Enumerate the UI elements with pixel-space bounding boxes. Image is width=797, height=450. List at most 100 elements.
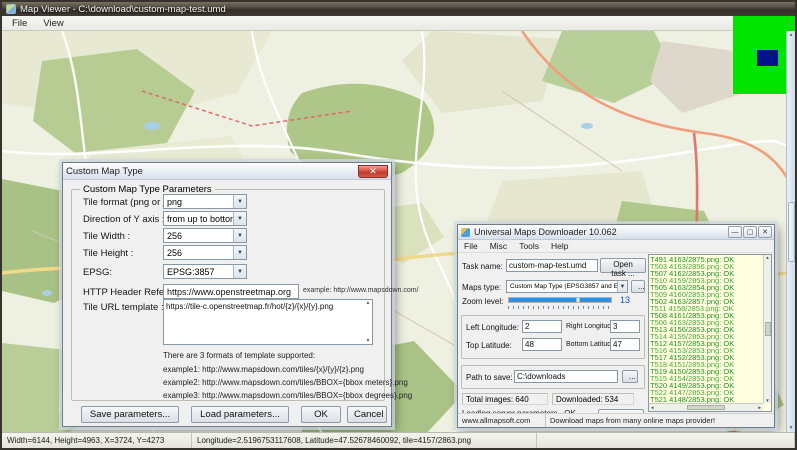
bottom-latitude-input[interactable] [610,338,640,351]
chevron-down-icon[interactable]: ▼ [233,195,246,208]
close-icon[interactable]: ✕ [758,226,772,238]
zoom-level-slider[interactable] [508,297,612,303]
minimize-icon[interactable]: — [728,226,742,238]
epsg-value: EPSG:3857 [167,267,233,277]
status-dimensions: Width=6144, Height=4963, X=3724, Y=4273 [2,433,192,448]
custom-dialog-titlebar[interactable]: Custom Map Type ✕ [63,163,391,180]
chevron-down-icon[interactable]: ▼ [233,265,246,278]
umd-slogan-text: Download maps from many online maps prov… [546,414,774,427]
zoom-level-label: Zoom level: [462,297,503,306]
epsg-select[interactable]: EPSG:3857 ▼ [163,264,247,279]
maps-type-label: Maps type: [462,283,501,292]
maps-type-browse-button[interactable]: ... [631,280,645,293]
tile-width-select[interactable]: 256 ▼ [163,228,247,243]
zoom-slider-ticks [508,306,612,309]
tile-height-value: 256 [167,248,233,258]
path-label: Path to save: [466,373,513,382]
left-longitude-label: Left Longitude: [466,323,519,332]
custom-map-type-dialog: Custom Map Type ✕ Custom Map Type Parame… [62,162,392,427]
scroll-down-icon[interactable]: ▼ [366,338,371,344]
map-vertical-scrollbar[interactable]: ▲ ▼ [786,31,795,432]
top-latitude-label: Top Latitude: [466,341,512,350]
epsg-label: EPSG: [83,267,112,278]
menu-file[interactable]: File [4,17,35,30]
template-note: There are 3 formats of template supporte… [163,351,315,360]
scroll-up-icon[interactable]: ▲ [765,255,769,260]
template-example-2: example2: http://www.mapsdown.com/tiles/… [163,378,408,387]
custom-dialog-title: Custom Map Type [66,166,143,177]
scroll-down-icon[interactable]: ▼ [789,425,794,431]
template-input[interactable]: https://tile-c.openstreetmap.fr/hot/{z}/… [163,299,373,345]
umd-app-icon [461,228,470,237]
umd-menu-tools[interactable]: Tools [513,241,545,251]
y-axis-select[interactable]: from up to bottom ▼ [163,211,247,226]
referer-input[interactable] [163,284,299,299]
referer-hint: example: http://www.mapsdown.com/ [303,287,419,294]
scroll-up-icon[interactable]: ▲ [366,300,371,306]
scroll-up-icon[interactable]: ▲ [789,32,794,38]
top-latitude-input[interactable] [522,338,562,351]
chevron-down-icon[interactable]: ▼ [233,246,246,259]
tile-width-label: Tile Width : [83,231,130,242]
main-window-title: Map Viewer - C:\download\custom-map-test… [20,4,226,15]
chevron-down-icon[interactable]: ▼ [233,212,246,225]
y-axis-label: Direction of Y axis : [83,214,165,225]
umd-statusbar: www.allmapsoft.com Download maps from ma… [458,413,774,427]
main-statusbar: Width=6144, Height=4963, X=3724, Y=4273 … [2,432,795,448]
ok-button[interactable]: OK [301,406,341,423]
umd-menu-help[interactable]: Help [545,241,574,251]
app-icon [6,4,16,14]
umd-title: Universal Maps Downloader 10.062 [474,227,617,237]
task-name-input[interactable] [506,259,598,272]
tile-format-value: png [167,197,233,207]
scroll-down-icon[interactable]: ▼ [765,398,769,403]
cancel-button[interactable]: Cancel [347,406,387,423]
status-spacer [537,433,795,448]
log-rows: T491 4163/2875.png: OKT503 4163/2856.png… [650,256,763,403]
template-scrollbar[interactable]: ▲ ▼ [364,300,372,344]
map-viewer-window: Map Viewer - C:\download\custom-map-test… [0,0,797,450]
main-titlebar[interactable]: Map Viewer - C:\download\custom-map-test… [2,2,795,16]
tile-format-select[interactable]: png ▼ [163,194,247,209]
umd-menu-misc[interactable]: Misc [484,241,513,251]
umd-titlebar[interactable]: Universal Maps Downloader 10.062 — ▢ ✕ [458,225,774,240]
template-example-1: example1: http://www.mapsdown.com/tiles/… [163,365,364,374]
maps-type-select[interactable]: Custom Map Type (EPSG3857 and EPSG4326 s… [506,280,628,293]
chevron-down-icon[interactable]: ▼ [617,281,627,292]
log-horizontal-scrollbar[interactable]: ◄ ► [649,403,763,411]
template-label: Tile URL template : [83,302,164,313]
download-log-list[interactable]: T491 4163/2875.png: OKT503 4163/2856.png… [648,254,772,412]
chevron-down-icon[interactable]: ▼ [233,229,246,242]
path-input[interactable] [514,370,618,383]
tile-height-select[interactable]: 256 ▼ [163,245,247,260]
left-longitude-input[interactable] [522,320,562,333]
total-images-text: Total images: 640 [462,393,548,405]
menu-view[interactable]: View [35,17,71,30]
umd-dialog: Universal Maps Downloader 10.062 — ▢ ✕ F… [457,224,775,428]
load-parameters-button[interactable]: Load parameters... [191,406,289,423]
task-name-label: Task name: [462,262,503,271]
log-vertical-scrollbar[interactable]: ▲ ▼ [763,255,771,403]
downloaded-text: Downloaded: 534 [552,393,634,405]
maps-type-value: Custom Map Type (EPSG3857 and EPSG4326 s… [510,283,617,290]
umd-menubar: File Misc Tools Help [458,240,774,253]
scroll-thumb[interactable] [687,405,725,410]
scroll-thumb[interactable] [765,322,771,336]
maximize-icon[interactable]: ▢ [743,226,757,238]
open-task-button[interactable]: Open task ... [600,258,646,273]
right-longitude-input[interactable] [610,320,640,333]
tile-height-label: Tile Height : [83,248,133,259]
scroll-thumb[interactable] [788,202,795,262]
template-example-3: example3: http://www.mapsdown.com/tiles/… [163,391,412,400]
umd-menu-file[interactable]: File [458,241,484,251]
close-icon[interactable]: ✕ [358,165,388,178]
path-browse-button[interactable]: ... [622,370,638,383]
y-axis-value: from up to bottom [167,214,233,224]
scroll-left-icon[interactable]: ◄ [650,405,654,410]
main-menubar: File View [2,16,795,31]
tile-width-value: 256 [167,231,233,241]
zoom-level-value: 13 [620,295,630,305]
scroll-right-icon[interactable]: ► [758,405,762,410]
save-parameters-button[interactable]: Save parameters... [81,406,179,423]
tile-preview-marker [757,50,778,66]
